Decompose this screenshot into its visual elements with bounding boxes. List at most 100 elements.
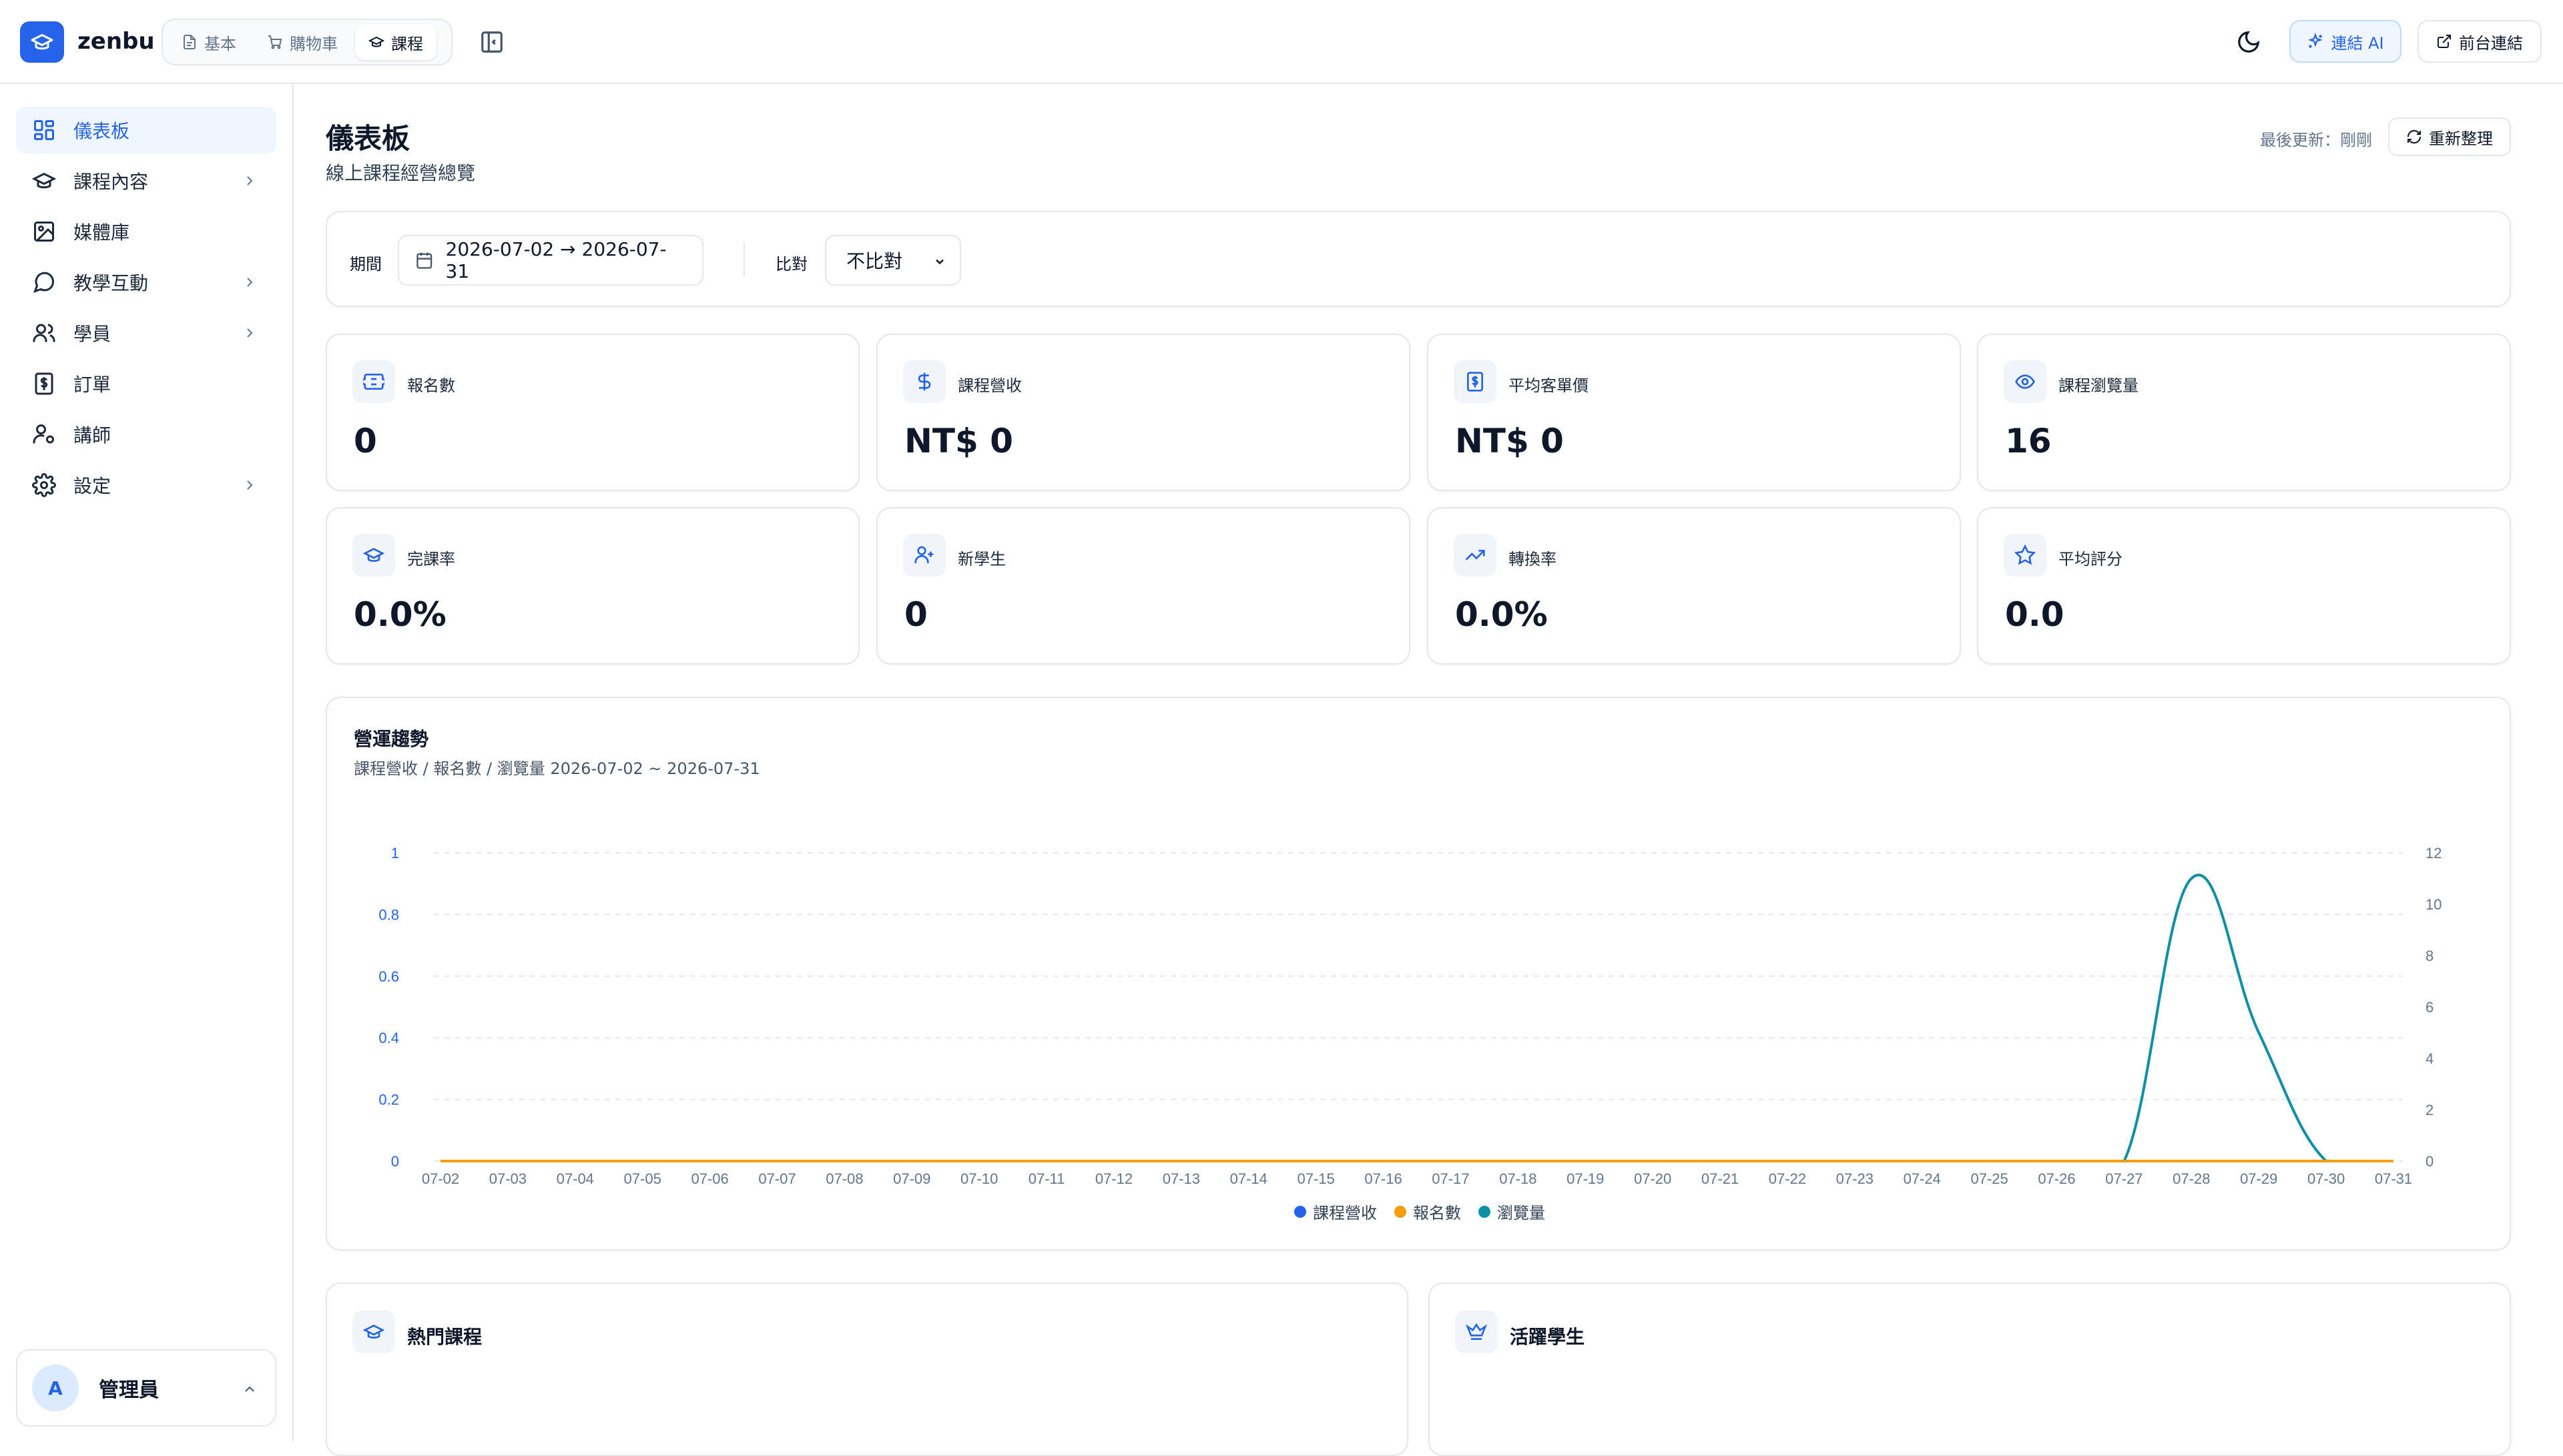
sidebar-item-label: 課程內容 bbox=[73, 171, 149, 193]
user-cog-icon bbox=[33, 424, 54, 444]
x-tick-label: 07-12 bbox=[1095, 1170, 1133, 1187]
stat-label: 課程營收 bbox=[958, 376, 1022, 395]
stat-label: 轉換率 bbox=[1508, 550, 1556, 569]
compare-select[interactable]: 不比對 bbox=[825, 235, 961, 286]
x-tick-label: 07-25 bbox=[1970, 1170, 2008, 1187]
legend-item[interactable]: 報名數 bbox=[1394, 1200, 1461, 1223]
y-left-tick-label: 0.8 bbox=[378, 906, 399, 923]
frontend-link-label: 前台連結 bbox=[2459, 33, 2523, 53]
x-tick-label: 07-15 bbox=[1298, 1170, 1335, 1187]
legend-label: 課程營收 bbox=[1313, 1204, 1377, 1222]
active-students-title: 活躍學生 bbox=[1510, 1326, 1585, 1348]
stat-label: 新學生 bbox=[958, 550, 1006, 569]
sidebar-toggle-icon[interactable] bbox=[479, 29, 505, 55]
sidebar-item-interaction[interactable]: 教學互動 bbox=[16, 259, 276, 306]
dollar-icon bbox=[918, 372, 931, 391]
top-bar: zenbu 基本 購物車 課程 連結 AI 前台連結 bbox=[0, 0, 2563, 84]
x-tick-label: 07-04 bbox=[557, 1170, 594, 1187]
stat-value: NT$ 0 bbox=[1455, 422, 1564, 460]
legend-item[interactable]: 瀏覽量 bbox=[1478, 1200, 1545, 1223]
sidebar-item-media[interactable]: 媒體庫 bbox=[16, 208, 276, 255]
popular-courses-card: 熱門課程 bbox=[326, 1283, 1408, 1456]
sidebar-item-label: 教學互動 bbox=[73, 272, 149, 294]
connect-ai-label: 連結 AI bbox=[2331, 33, 2384, 53]
tab-cart-label: 購物車 bbox=[290, 34, 338, 53]
active-students-card: 活躍學生 bbox=[1428, 1283, 2511, 1456]
x-tick-label: 07-17 bbox=[1432, 1170, 1469, 1187]
calendar-icon bbox=[416, 252, 433, 269]
x-tick-label: 07-18 bbox=[1499, 1170, 1536, 1187]
chart-legend: 課程營收 報名數 瀏覽量 bbox=[327, 1200, 2512, 1223]
stat-value: 0.0% bbox=[1455, 595, 1548, 634]
stat-icon bbox=[2004, 534, 2046, 577]
moon-icon[interactable] bbox=[2236, 29, 2261, 55]
card-icon bbox=[352, 1311, 395, 1353]
x-tick-label: 07-16 bbox=[1364, 1170, 1402, 1187]
stat-icon bbox=[1454, 360, 1496, 403]
connect-ai-button[interactable]: 連結 AI bbox=[2289, 20, 2401, 63]
legend-dot bbox=[1394, 1205, 1406, 1218]
stat-value: 16 bbox=[2005, 422, 2052, 460]
graduation-cap-icon bbox=[363, 1325, 384, 1339]
user-menu[interactable]: A 管理員 bbox=[16, 1349, 276, 1427]
chevron-right-icon bbox=[247, 328, 253, 338]
user-name: 管理員 bbox=[99, 1379, 159, 1402]
receipt-icon bbox=[1467, 372, 1483, 392]
sparkles-icon bbox=[2308, 33, 2323, 48]
stat-icon bbox=[903, 534, 946, 577]
sidebar-item-label: 學員 bbox=[73, 323, 111, 345]
compare-label: 比對 bbox=[776, 255, 808, 274]
x-tick-label: 07-26 bbox=[2038, 1170, 2075, 1187]
x-tick-label: 07-10 bbox=[960, 1170, 998, 1187]
logo[interactable] bbox=[20, 21, 64, 63]
x-tick-label: 07-20 bbox=[1634, 1170, 1671, 1187]
graduation-cap-icon bbox=[32, 172, 56, 189]
sidebar-item-dashboard[interactable]: 儀表板 bbox=[16, 107, 276, 153]
chevron-up-icon bbox=[245, 1386, 254, 1392]
sidebar-item-students[interactable]: 學員 bbox=[16, 310, 276, 356]
tab-basic[interactable]: 基本 bbox=[168, 24, 250, 60]
compare-select-value: 不比對 bbox=[846, 250, 903, 272]
stat-card-rating: 平均評分 0.0 bbox=[1977, 507, 2511, 665]
y-left-tick-label: 1 bbox=[391, 845, 399, 861]
x-tick-label: 07-13 bbox=[1163, 1170, 1200, 1187]
y-right-tick-label: 2 bbox=[2426, 1102, 2434, 1118]
frontend-link-button[interactable]: 前台連結 bbox=[2417, 20, 2542, 63]
last-updated-text: 最後更新：剛剛 bbox=[2260, 131, 2372, 149]
brand-name: zenbu bbox=[77, 28, 155, 55]
series-line-2 bbox=[441, 873, 2393, 1162]
x-tick-label: 07-03 bbox=[489, 1170, 527, 1187]
popular-courses-title: 熱門課程 bbox=[407, 1326, 483, 1348]
y-left-tick-label: 0 bbox=[391, 1153, 399, 1170]
sidebar-item-orders[interactable]: 訂單 bbox=[16, 360, 276, 407]
date-range-value: 2026-07-02 → 2026-07-31 bbox=[445, 238, 667, 282]
sidebar-item-course-content[interactable]: 課程內容 bbox=[16, 157, 276, 204]
refresh-icon bbox=[2407, 129, 2422, 144]
crown-icon bbox=[1466, 1323, 1487, 1340]
stat-label: 平均客單價 bbox=[1508, 376, 1589, 395]
sidebar-item-instructors[interactable]: 講師 bbox=[16, 411, 276, 458]
top-tabs: 基本 購物車 課程 bbox=[162, 19, 453, 65]
users-icon bbox=[33, 324, 55, 342]
tab-course[interactable]: 課程 bbox=[355, 24, 437, 60]
y-left-tick-label: 0.4 bbox=[378, 1030, 399, 1046]
chevron-right-icon bbox=[247, 480, 253, 490]
page-title: 儀表板 bbox=[326, 122, 410, 155]
stat-value: 0 bbox=[354, 422, 377, 460]
filter-bar: 期間 2026-07-02 → 2026-07-31 比對 不比對 bbox=[326, 211, 2511, 307]
trend-chart: 00.20.40.60.8102468101207-02 07-03 07-04 07… bbox=[378, 845, 2442, 1187]
x-tick-label: 07-27 bbox=[2105, 1170, 2143, 1187]
tab-cart[interactable]: 購物車 bbox=[254, 24, 351, 60]
date-range-picker[interactable]: 2026-07-02 → 2026-07-31 bbox=[398, 235, 703, 286]
sidebar-item-settings[interactable]: 設定 bbox=[16, 462, 276, 508]
sidebar: 儀表板 課程內容 媒體庫 教學互動 學員 訂單 講師 設定 A 管理員 bbox=[0, 84, 294, 1441]
refresh-button[interactable]: 重新整理 bbox=[2388, 117, 2511, 156]
stat-value: 0.0% bbox=[354, 595, 447, 634]
stat-icon bbox=[352, 534, 395, 577]
chevron-right-icon bbox=[247, 176, 253, 186]
x-tick-label: 07-22 bbox=[1769, 1170, 1806, 1187]
x-tick-label: 07-31 bbox=[2375, 1170, 2412, 1187]
legend-dot bbox=[1294, 1205, 1306, 1218]
legend-item[interactable]: 課程營收 bbox=[1294, 1200, 1377, 1223]
y-left-tick-label: 0.2 bbox=[378, 1092, 399, 1108]
